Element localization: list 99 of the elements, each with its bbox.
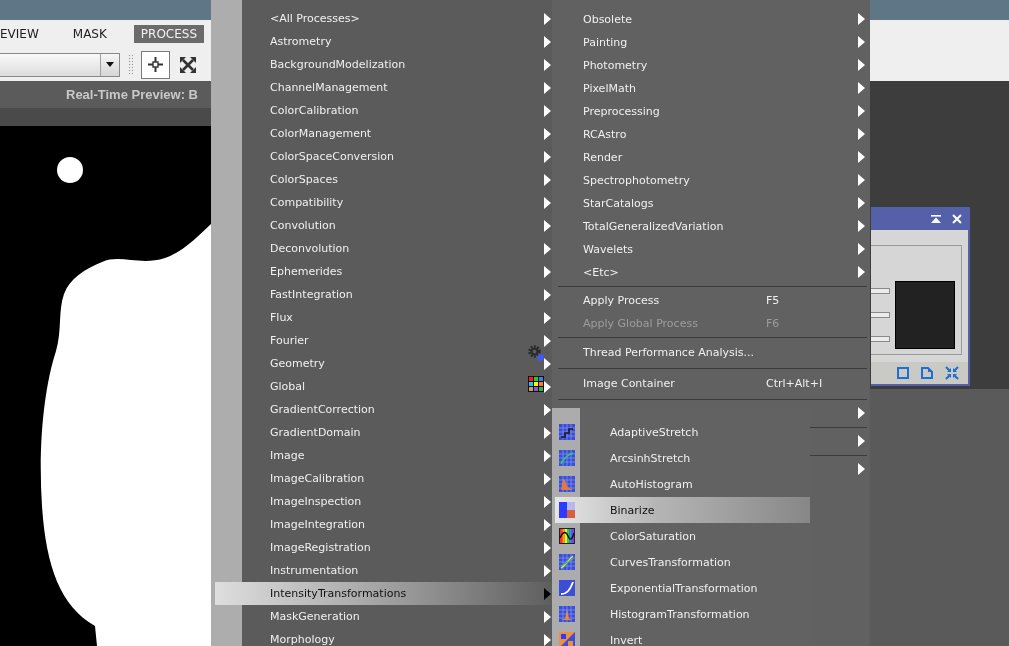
menu-item[interactable]: Global	[215, 375, 552, 398]
menu-item[interactable]: GradientDomain	[215, 421, 552, 444]
menu-item[interactable]: Image Container Ctrl+Alt+I	[552, 370, 870, 397]
caret-right-icon	[858, 13, 865, 25]
crosshair-button[interactable]	[141, 50, 170, 79]
histogram-chart-icon	[559, 476, 575, 492]
menu-item[interactable]: GradientCorrection	[215, 398, 552, 421]
document-icon[interactable]	[921, 367, 933, 379]
menu-item[interactable]: AutoHistogram	[555, 471, 810, 497]
menu-item[interactable]: Wavelets	[552, 237, 870, 261]
shrink-arrows-icon[interactable]	[945, 366, 959, 380]
caret-right-icon	[858, 36, 865, 48]
shortcut-text: F6	[766, 316, 780, 330]
step-chart-icon	[559, 424, 575, 440]
caret-right-icon	[858, 59, 865, 71]
menu-item[interactable]: ImageCalibration	[215, 467, 552, 490]
caret-right-icon	[858, 82, 865, 94]
menu-item[interactable]: ImageRegistration	[215, 536, 552, 559]
menu-item[interactable]: Obsolete	[552, 7, 870, 31]
menu-item[interactable]: Fourier	[215, 329, 552, 352]
caret-right-icon	[858, 243, 865, 255]
color-preview-swatch	[895, 281, 955, 349]
caret-right-icon	[858, 266, 865, 278]
menu-item[interactable]: Painting	[552, 30, 870, 54]
menu-item[interactable]: Thread Performance Analysis...	[552, 339, 870, 366]
menu-item[interactable]: ColorSpaces	[215, 168, 552, 191]
menu-item[interactable]: Apply Process F5	[552, 288, 870, 312]
menu-item[interactable]: <Etc>	[552, 260, 870, 284]
menu-item[interactable]: TotalGeneralizedVariation	[552, 214, 870, 238]
menu-item[interactable]: Spectrophotometry	[552, 168, 870, 192]
menu-item[interactable]: ArcsinhStretch	[555, 445, 810, 471]
menu-item[interactable]: FastIntegration	[215, 283, 552, 306]
caret-right-icon	[858, 174, 865, 186]
close-icon[interactable]	[952, 213, 962, 224]
caret-right-icon	[858, 463, 865, 475]
menu-item[interactable]: ColorManagement	[215, 122, 552, 145]
crosshair-icon	[148, 57, 163, 72]
menu-item[interactable]: RCAstro	[552, 122, 870, 146]
caret-down-icon	[106, 62, 114, 67]
toolbar-grip[interactable]	[128, 53, 133, 76]
menu-item[interactable]: ColorCalibration	[215, 99, 552, 122]
menu-item[interactable]: Invert	[555, 627, 810, 646]
menu-item[interactable]: AdaptiveStretch	[555, 419, 810, 445]
split-squares-icon	[559, 502, 575, 518]
expand-arrows-icon	[179, 56, 196, 73]
menu-item[interactable]: Astrometry	[215, 30, 552, 53]
menu-item[interactable]: ExponentialTransformation	[555, 575, 810, 601]
exponent-curve-icon	[559, 580, 575, 596]
square-icon[interactable]	[897, 367, 909, 379]
menu-item[interactable]: Instrumentation	[215, 559, 552, 582]
curve-chart-icon	[559, 554, 575, 570]
menu-item[interactable]: MaskGeneration	[215, 605, 552, 628]
shortcut-text: F5	[766, 293, 780, 307]
diagonal-squares-icon	[559, 632, 575, 646]
menu-item[interactable]: Morphology	[215, 628, 552, 646]
menu-item[interactable]: Render	[552, 145, 870, 169]
menu-bar-item[interactable]: MASK	[65, 25, 114, 43]
caret-right-icon	[858, 128, 865, 140]
menu-item[interactable]: StarCatalogs	[552, 191, 870, 215]
gear-icon	[528, 344, 544, 361]
caret-right-icon	[858, 407, 865, 419]
menu-item[interactable]: Compatibility	[215, 191, 552, 214]
slider-track[interactable]	[871, 336, 890, 342]
menu-item[interactable]: CurvesTransformation	[555, 549, 810, 575]
menu-item[interactable]: Deconvolution	[215, 237, 552, 260]
caret-right-icon	[858, 151, 865, 163]
menu-item[interactable]: ImageIntegration	[215, 513, 552, 536]
menu-item[interactable]: PixelMath	[552, 76, 870, 100]
menu-item[interactable]: Ephemerides	[215, 260, 552, 283]
caret-right-icon	[858, 220, 865, 232]
menu-item[interactable]: HistogramTransformation	[555, 601, 810, 627]
menu-item[interactable]: IntensityTransformations	[215, 582, 552, 605]
menu-bar-item[interactable]: PROCESS	[133, 25, 205, 43]
shortcut-text: Ctrl+Alt+I	[766, 377, 823, 390]
menu-item[interactable]: Geometry	[215, 352, 552, 375]
menu-item[interactable]: Photometry	[552, 53, 870, 77]
menu-item[interactable]: BackgroundModelization	[215, 53, 552, 76]
rainbow-curve-icon	[559, 528, 575, 544]
menu-item[interactable]: ColorSpaceConversion	[215, 145, 552, 168]
dropdown-button[interactable]	[100, 53, 119, 76]
menu-item[interactable]: <All Processes>	[215, 7, 552, 30]
menu-item[interactable]: Binarize	[555, 497, 810, 523]
slider-track[interactable]	[871, 312, 890, 318]
menu-bar-item[interactable]: EVIEW	[0, 25, 46, 43]
curve-chart-icon	[559, 450, 575, 466]
preview-title: Real-Time Preview: B	[66, 87, 198, 102]
caret-right-icon	[858, 105, 865, 117]
menu-item[interactable]: ImageInspection	[215, 490, 552, 513]
menu-item[interactable]: Preprocessing	[552, 99, 870, 123]
peak-chart-icon	[559, 606, 575, 622]
menu-item[interactable]: Image	[215, 444, 552, 467]
caret-right-icon	[858, 435, 865, 447]
slider-track[interactable]	[871, 288, 890, 294]
menu-item[interactable]: Convolution	[215, 214, 552, 237]
menu-item[interactable]: Flux	[215, 306, 552, 329]
menu-item[interactable]: ColorSaturation	[555, 523, 810, 549]
collapse-icon[interactable]	[931, 214, 941, 223]
menu-item[interactable]: ChannelManagement	[215, 76, 552, 99]
caret-right-icon	[858, 197, 865, 209]
